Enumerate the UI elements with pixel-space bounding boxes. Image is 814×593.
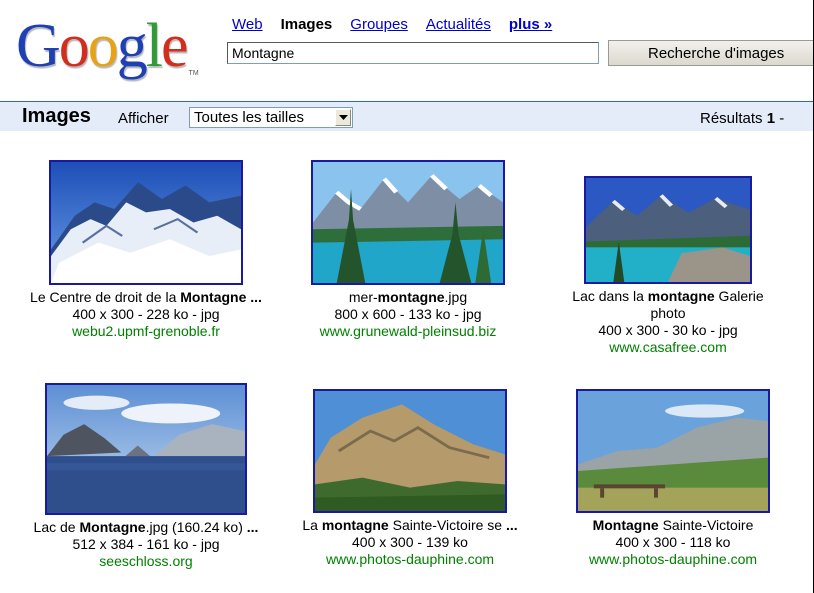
rocky-cliff-image[interactable] [313,389,507,513]
results-count: Résultats 1 - [700,110,784,127]
fjord-lake-image[interactable] [45,383,247,515]
result-site: seeschloss.org [99,553,193,569]
section-title: Images [22,105,91,127]
size-select[interactable]: Toutes les tailles [189,107,353,128]
logo-letter: l [145,12,163,80]
size-select-value: Toutes les tailles [194,109,305,126]
results-prefix: Résultats [700,110,767,127]
logo-letter: G [16,12,61,80]
results-first: 1 [766,110,776,127]
header: Go o g l e TM Web Images Groupes Actualités plus … [0,0,813,100]
caption-text: Sainte-Victoire se [388,517,506,533]
caption-keyword: montagne [647,288,715,304]
turquoise-lake-image[interactable] [584,176,752,284]
result-site: www.grunewald-pleinsud.biz [319,323,497,339]
logo-trademark: TM [188,70,199,77]
google-image-search-page: Go o g l e TM Web Images Groupes Actualités plus … [0,0,814,593]
logo-letter: g [116,12,148,80]
logo-letter: e [161,12,188,80]
result-caption: Lac dans la montagne Galerie photo [553,288,783,322]
result-site: webu2.upmf-grenoble.fr [72,323,220,339]
image-result: mer-montagne.jpg 800 x 600 - 133 ko - jpg… [288,160,528,340]
caption-text: Sainte-Victoire [658,517,754,533]
caption-text: Lac de [33,519,80,535]
image-result: Lac dans la montagne Galerie photo 400 x … [553,176,783,356]
result-meta: 512 x 384 - 161 ko - jpg [72,536,220,552]
result-caption: Montagne Sainte-Victoire [553,517,793,534]
result-caption: Lac de Montagne.jpg (160.24 ko) ... [26,519,266,536]
mountain-lake-pines-image[interactable] [311,160,505,285]
results-suffix: - [775,110,785,127]
caption-keyword: montagne [321,517,389,533]
logo-letter: o [87,12,119,80]
result-meta: 800 x 600 - 133 ko - jpg [334,306,482,322]
caption-keyword: Montagne ... [180,289,262,305]
result-meta: 400 x 300 - 228 ko - jpg [72,306,220,322]
tab-actualités[interactable]: Actualités [426,16,491,33]
search-tabs: Web Images Groupes Actualités plus » [232,16,570,34]
tab-plus[interactable]: plus » [509,16,552,33]
caption-text: mer- [348,289,378,305]
result-caption: La montagne Sainte-Victoire se ... [290,517,530,534]
snowy-mountain-image[interactable] [49,160,243,285]
tab-images: Images [280,16,333,33]
mountain-bench-image[interactable] [576,389,770,513]
result-site: www.casafree.com [609,339,727,355]
logo-letter: o [58,12,90,80]
caption-keyword: Montagne [592,517,659,533]
result-caption: mer-montagne.jpg [288,289,528,306]
image-result: Lac de Montagne.jpg (160.24 ko) ... 512 x… [26,383,266,570]
image-search-button[interactable]: Recherche d'images [608,40,813,66]
tab-groupes[interactable]: Groupes [350,16,408,33]
image-result: Le Centre de droit de la Montagne ... 400… [26,160,266,340]
caption-text: La [302,517,322,533]
caption-text: Le Centre de droit de la [30,289,181,305]
google-logo[interactable]: Go o g l e TM [16,15,199,105]
result-site: www.photos-dauphine.com [325,551,495,567]
caption-keyword: Montagne [79,519,146,535]
image-result: La montagne Sainte-Victoire se ... 400 x … [290,389,530,568]
caption-text: .jpg (160.24 ko) [145,519,247,535]
tab-web[interactable]: Web [232,16,263,33]
result-site: www.photos-dauphine.com [588,551,758,567]
search-input[interactable] [227,42,599,64]
chevron-down-icon[interactable] [335,109,351,126]
caption-text: .jpg [444,289,468,305]
result-meta: 400 x 300 - 30 ko - jpg [598,322,738,338]
result-meta: 400 x 300 - 139 ko [352,534,468,550]
caption-keyword: ... [246,519,259,535]
caption-keyword: ... [505,517,518,533]
results-bar: Images Afficher Toutes les tailles Résul… [0,101,813,131]
result-meta: 400 x 300 - 118 ko [615,534,731,550]
caption-keyword: montagne [377,289,445,305]
show-label: Afficher [118,110,169,127]
result-caption: Le Centre de droit de la Montagne ... [26,289,266,306]
caption-text: Lac dans la [572,288,648,304]
image-result: Montagne Sainte-Victoire 400 x 300 - 118 … [553,389,793,568]
